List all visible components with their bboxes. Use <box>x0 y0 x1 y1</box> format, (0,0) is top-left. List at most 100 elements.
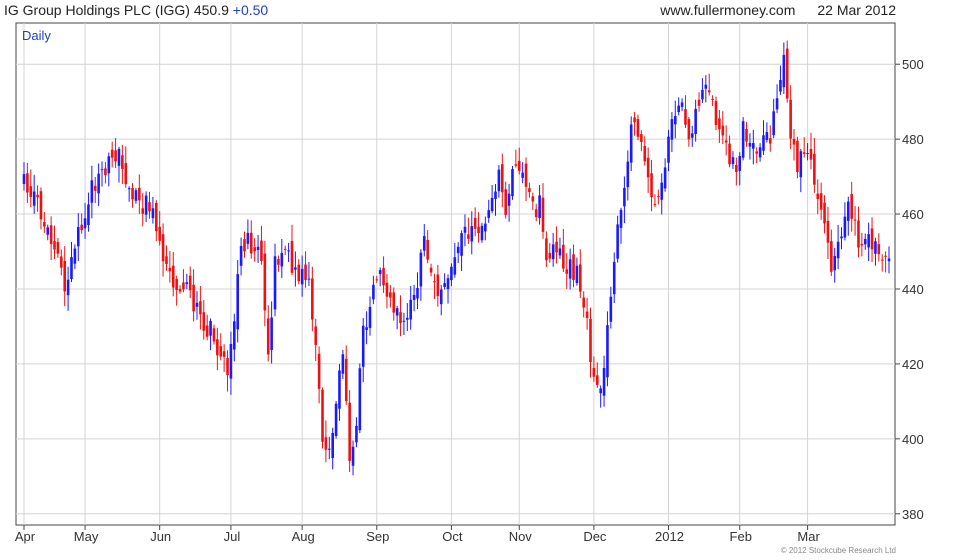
candle-body <box>663 167 667 189</box>
candle-body <box>694 108 697 135</box>
candle-body <box>63 260 67 292</box>
candle-body <box>857 220 860 248</box>
period-label: Daily <box>22 28 51 43</box>
x-tick-label: Oct <box>442 529 463 544</box>
candle-body <box>477 226 480 234</box>
candle-body <box>127 188 131 190</box>
candle-body <box>555 241 558 253</box>
candle-body <box>311 278 314 320</box>
candle-body <box>565 269 569 274</box>
candle-body <box>327 448 331 450</box>
x-tick-label: Sep <box>366 529 389 544</box>
candle-body <box>60 256 63 268</box>
candle-body <box>297 264 301 282</box>
candle-body <box>199 301 202 315</box>
candle-body <box>307 278 311 280</box>
candle-body <box>863 238 867 245</box>
candle-body <box>90 180 94 203</box>
copyright-notice: © 2012 Stockcube Research Ltd <box>780 546 896 555</box>
candle-body <box>528 188 531 193</box>
candle-body <box>148 202 151 212</box>
candle-body <box>226 358 229 376</box>
candle-body <box>202 312 206 331</box>
candle-body <box>467 234 470 239</box>
candle-body <box>243 239 246 252</box>
candle-body <box>579 264 582 292</box>
candle-body <box>551 244 555 260</box>
candle-body <box>97 173 100 194</box>
y-tick-label: 380 <box>902 507 924 522</box>
candle-body <box>450 266 453 281</box>
candle-body <box>853 219 857 221</box>
candle-body <box>70 257 73 279</box>
candle-body <box>650 173 653 198</box>
candle-body <box>877 244 881 255</box>
candle-body <box>66 279 70 296</box>
candle-body <box>517 160 521 171</box>
candle-body <box>270 317 273 351</box>
candle-body <box>294 267 297 270</box>
candle-body <box>39 191 43 220</box>
candle-body <box>263 253 267 311</box>
candle-body <box>779 80 782 92</box>
candle-body <box>239 245 243 266</box>
candle-body <box>768 138 772 144</box>
candle-body <box>592 367 596 377</box>
candle-body <box>229 343 233 379</box>
candle-body <box>416 288 419 299</box>
candle-body <box>402 320 406 322</box>
candle-body <box>344 358 348 402</box>
candle-body <box>823 202 826 224</box>
candle-body <box>616 224 619 259</box>
candle-body <box>707 90 711 93</box>
candle-body <box>161 234 165 262</box>
candle-body <box>389 292 392 298</box>
candle-body <box>738 156 742 171</box>
candle-body <box>541 197 545 232</box>
candle-body <box>300 268 304 285</box>
candle-body <box>43 222 46 227</box>
candle-body <box>677 105 680 113</box>
candle-body <box>819 193 823 210</box>
candle-body <box>796 140 799 172</box>
candle-body <box>375 279 379 281</box>
candle-body <box>110 149 114 158</box>
candle-body <box>826 220 830 243</box>
candle-body <box>609 296 613 322</box>
candle-body <box>687 119 691 140</box>
candle-body <box>640 134 643 142</box>
candle-body <box>731 157 735 165</box>
candle-body <box>830 241 833 272</box>
candle-body <box>314 326 318 345</box>
candle-body <box>249 232 253 254</box>
candle-body <box>745 128 748 142</box>
candle-body <box>619 209 623 228</box>
candle-body <box>260 240 263 261</box>
candle-body <box>846 201 850 221</box>
candle-body <box>324 437 328 450</box>
candle-body <box>256 246 260 251</box>
candle-body <box>446 278 450 290</box>
candle-body <box>290 240 294 273</box>
candle-body <box>589 318 592 363</box>
candle-body <box>175 279 178 291</box>
candle-body <box>460 233 463 256</box>
candle-body <box>365 327 368 331</box>
candle-body <box>178 289 182 292</box>
x-tick-label: Aug <box>292 529 315 544</box>
candle-body <box>775 98 779 110</box>
candle-body <box>809 148 813 160</box>
candle-body <box>626 161 630 188</box>
candle-body <box>114 150 117 162</box>
candle-body <box>880 259 884 261</box>
candle-body <box>104 168 107 176</box>
candle-body <box>802 152 806 154</box>
candle-body <box>711 98 714 100</box>
candle-body <box>141 208 145 214</box>
candle-body <box>521 172 524 178</box>
candle-body <box>562 244 565 269</box>
candle-body <box>572 254 575 281</box>
candle-body <box>548 252 552 259</box>
candle-body <box>524 163 528 187</box>
candle-body <box>131 188 134 200</box>
